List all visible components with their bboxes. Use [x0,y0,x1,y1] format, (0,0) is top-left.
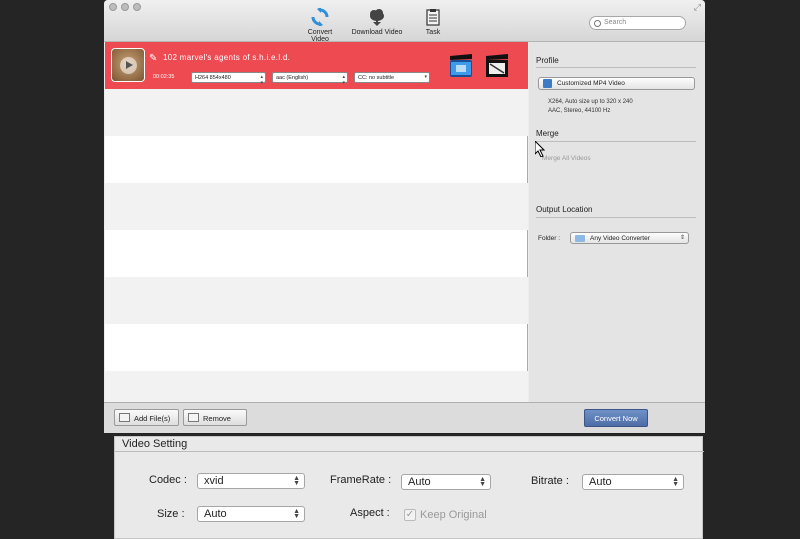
edit-pencil-icon[interactable]: ✎ [149,53,157,64]
add-files-button[interactable]: Add File(s) [114,409,179,426]
profile-heading: Profile [536,56,559,65]
empty-row [105,89,528,136]
subtitle-value: CC: no subtitle [358,74,395,81]
bitrate-label: Bitrate : [531,475,569,487]
download-video-tool[interactable]: Download Video [350,8,404,36]
chevron-updown-icon: ▲ ▼ [672,476,679,488]
chevron-updown-icon: ▲ ▼ [293,475,300,487]
play-icon[interactable] [120,57,137,74]
toolbar: Convert Video Download Video Task Search… [104,0,705,43]
empty-row [105,136,528,183]
chevron-updown-icon: ▲ ▼ [479,476,486,488]
profile-button-label: Customized MP4 Video [557,80,625,87]
divider [115,451,704,452]
framerate-label: FrameRate : [330,474,392,486]
folder-icon [575,235,585,242]
divider [536,67,696,68]
video-track-select[interactable]: H264 854x480 ▴ ▾ [191,72,266,86]
empty-row [105,183,528,230]
task-label: Task [425,29,441,36]
divider [536,217,696,218]
task-tool[interactable]: Task [420,8,446,36]
framerate-value: Auto [408,476,431,488]
bottom-bar: Add File(s) Remove Convert Now [104,402,705,433]
search-placeholder: Search [604,19,627,26]
empty-row [105,277,528,324]
cloud-download-icon [370,9,384,26]
folder-select[interactable]: Any Video Converter ⇕ [570,232,689,244]
output-location-heading: Output Location [536,205,593,214]
codec-select[interactable]: xvid ▲ ▼ [197,473,305,489]
keep-original-label: Keep Original [420,509,487,521]
zoom-window-button[interactable] [133,3,141,11]
bitrate-select[interactable]: Auto ▲ ▼ [582,474,684,490]
file-row[interactable]: ✎ 102 marvel's agents of s.h.i.e.l.d. 00… [105,42,528,89]
size-value: Auto [204,508,227,520]
close-window-button[interactable] [109,3,117,11]
download-video-label: Download Video [351,29,403,36]
aspect-label: Aspect : [350,507,390,519]
video-setting-panel: Video Setting Codec : xvid ▲ ▼ FrameRate … [114,436,704,539]
keep-original-checkbox[interactable]: ✓ [404,509,416,521]
codec-label: Codec : [149,474,187,486]
empty-row [105,324,528,371]
file-name: 102 marvel's agents of s.h.i.e.l.d. [163,53,291,62]
convert-video-tool[interactable]: Convert Video [298,8,342,43]
minimize-window-button[interactable] [121,3,129,11]
mouse-cursor-icon [535,141,545,157]
settings-panel: Profile Customized MP4 Video X264, Auto … [529,42,705,402]
search-input[interactable]: Search [589,16,686,30]
chevron-updown-icon: ▲ ▼ [293,508,300,520]
divider [536,141,696,142]
empty-row [105,371,528,402]
clipboard-icon [426,9,440,26]
file-list: ✎ 102 marvel's agents of s.h.i.e.l.d. 00… [105,42,528,402]
merge-all-videos-checkbox[interactable]: Merge All Videos [542,155,591,162]
duration: 00:02:35 [153,74,175,80]
size-label: Size : [157,508,185,520]
framerate-select[interactable]: Auto ▲ ▼ [401,474,491,490]
video-thumbnail[interactable] [111,48,145,82]
remove-button[interactable]: Remove [183,409,247,426]
add-files-label: Add File(s) [134,414,171,423]
add-file-icon [119,413,130,422]
merge-heading: Merge [536,129,559,138]
size-select[interactable]: Auto ▲ ▼ [197,506,305,522]
profile-desc-video: X264, Auto size up to 320 x 240 [548,99,633,105]
remove-file-icon [188,413,199,422]
clip-icon[interactable] [484,53,510,79]
search-icon [594,20,601,27]
video-setting-title: Video Setting [122,438,188,450]
refresh-icon [311,8,329,26]
chevron-updown-icon: ⇕ [679,235,685,241]
convert-video-label: Convert Video [307,29,333,43]
chevron-updown-icon: ▴ ▾ [342,74,345,86]
convert-now-button[interactable]: Convert Now [584,409,648,427]
folder-label: Folder : [538,235,561,242]
subtitle-select[interactable]: CC: no subtitle ▾ [354,72,430,83]
chevron-down-icon: ▾ [424,74,427,80]
main-window: Convert Video Download Video Task Search… [104,0,705,433]
fullscreen-icon[interactable]: ⤢ [694,2,701,13]
video-edit-icon[interactable] [448,53,474,79]
profile-button[interactable]: Customized MP4 Video [538,77,695,90]
empty-row [105,230,528,277]
profile-desc-audio: AAC, Stereo, 44100 Hz [548,108,611,114]
film-icon [543,79,552,88]
chevron-updown-icon: ▴ ▾ [260,74,263,86]
audio-track-value: aac (English) [276,74,309,81]
codec-value: xvid [204,475,224,487]
video-track-value: H264 854x480 [195,74,231,81]
remove-label: Remove [203,414,231,423]
folder-value: Any Video Converter [590,235,650,242]
audio-track-select[interactable]: aac (English) ▴ ▾ [272,72,348,86]
bitrate-value: Auto [589,476,612,488]
